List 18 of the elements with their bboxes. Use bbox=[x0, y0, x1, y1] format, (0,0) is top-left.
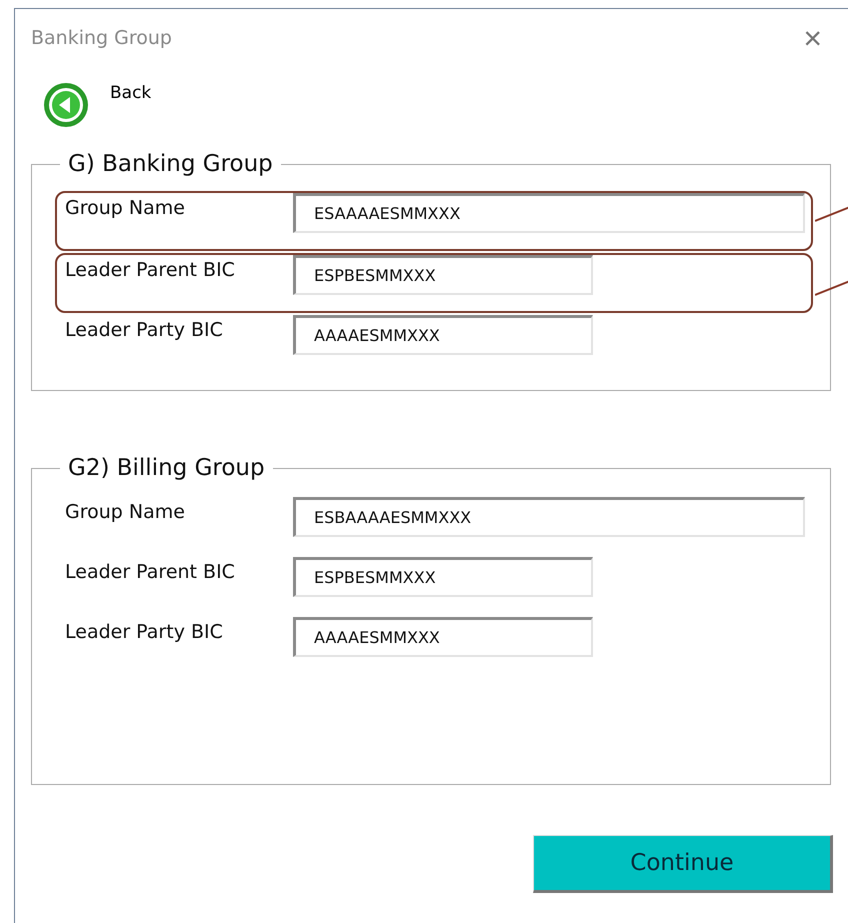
input-field[interactable]: ESPBESMMXXX bbox=[293, 255, 593, 295]
group-title: G2) Billing Group bbox=[67, 455, 266, 481]
close-button[interactable]: × bbox=[803, 22, 822, 54]
group-title: G) Banking Group bbox=[67, 151, 274, 177]
back-link[interactable]: Back bbox=[110, 83, 152, 103]
continue-button[interactable]: Continue bbox=[533, 835, 833, 893]
input-field[interactable]: AAAAESMMXXX bbox=[293, 315, 593, 355]
field-label: Leader Party BIC bbox=[65, 318, 224, 341]
field-label: Leader Party BIC bbox=[65, 620, 224, 643]
input-field[interactable]: ESBAAAAESMMXXX bbox=[293, 497, 805, 537]
field-label: Group Name bbox=[65, 196, 186, 219]
window-title: Banking Group bbox=[31, 27, 172, 49]
field-label: Group Name bbox=[65, 500, 186, 523]
input-field[interactable]: ESAAAAESMMXXX bbox=[293, 193, 805, 233]
input-field[interactable]: AAAAESMMXXX bbox=[293, 617, 593, 657]
input-field[interactable]: ESPBESMMXXX bbox=[293, 557, 593, 597]
field-label: Leader Parent BIC bbox=[65, 258, 236, 281]
field-label: Leader Parent BIC bbox=[65, 560, 236, 583]
